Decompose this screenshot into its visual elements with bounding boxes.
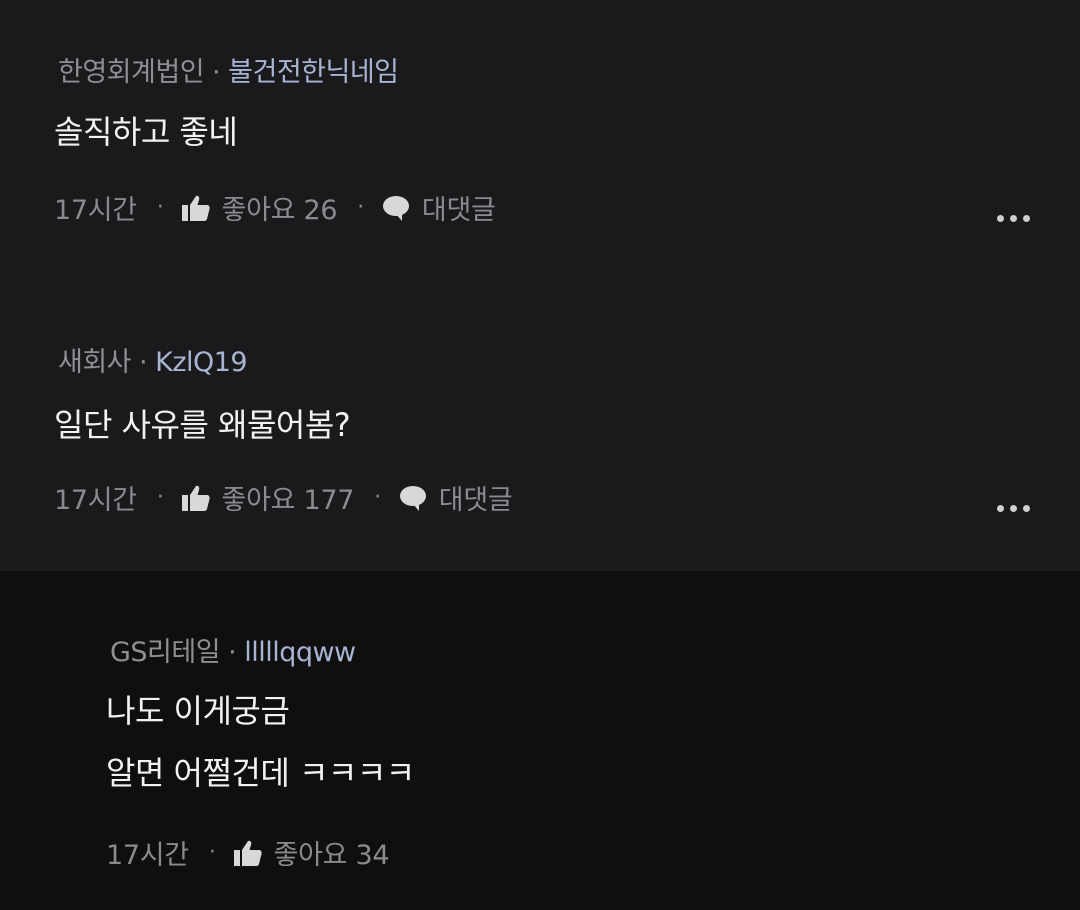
speech-bubble-icon[interactable] bbox=[399, 485, 427, 511]
thumbs-up-icon[interactable] bbox=[233, 840, 262, 866]
author-company: GS리테일 bbox=[110, 637, 221, 668]
action-separator: · bbox=[374, 485, 381, 510]
comment-time: 17시간 bbox=[106, 840, 189, 871]
comment-time: 17시간 bbox=[54, 485, 137, 516]
reply-button[interactable]: 대댓글 bbox=[422, 188, 496, 227]
more-dots-icon[interactable] bbox=[997, 505, 1030, 512]
reply-comment: GS리테일 · lllllqqww 나도 이게궁금 알면 어쩔건데 ㅋㅋㅋㅋ 17시… bbox=[0, 571, 1080, 910]
comment-actions: 17시간 · 좋아요 26 · 대댓글 bbox=[54, 188, 496, 227]
action-separator: · bbox=[208, 840, 216, 865]
comment-line: 알면 어쩔건데 ㅋㅋㅋㅋ bbox=[106, 754, 415, 792]
comment-body: 솔직하고 좋네 bbox=[54, 101, 238, 163]
action-separator: · bbox=[357, 195, 364, 220]
author-separator: · bbox=[139, 347, 148, 378]
reply-button[interactable]: 대댓글 bbox=[439, 478, 513, 517]
comment-author-line: GS리테일 · lllllqqww bbox=[110, 630, 356, 669]
author-nickname[interactable]: KzlQ19 bbox=[155, 347, 248, 378]
comment-actions: 17시간 · 좋아요 34 bbox=[106, 833, 390, 872]
like-button[interactable]: 좋아요 177 bbox=[222, 478, 355, 517]
comment-body: 일단 사유를 왜물어봄? bbox=[54, 394, 351, 456]
more-dots-icon[interactable] bbox=[997, 215, 1030, 222]
author-nickname[interactable]: lllllqqww bbox=[244, 637, 356, 668]
speech-bubble-icon[interactable] bbox=[382, 195, 410, 221]
thumbs-up-icon[interactable] bbox=[181, 195, 210, 221]
author-separator: · bbox=[212, 57, 221, 88]
comment-2: 새회사 · KzlQ19 일단 사유를 왜물어봄? 17시간 · 좋아요 177 ·… bbox=[0, 286, 1080, 571]
comment-line: 일단 사유를 왜물어봄? bbox=[54, 406, 351, 444]
like-button[interactable]: 좋아요 34 bbox=[274, 833, 390, 872]
comment-actions: 17시간 · 좋아요 177 · 대댓글 bbox=[54, 478, 513, 517]
thumbs-up-icon[interactable] bbox=[181, 485, 210, 511]
action-separator: · bbox=[156, 485, 164, 510]
comment-line: 솔직하고 좋네 bbox=[54, 113, 238, 151]
author-separator: · bbox=[228, 637, 237, 668]
comment-time: 17시간 bbox=[54, 195, 137, 226]
comment-line: 나도 이게궁금 bbox=[106, 692, 290, 730]
comment-body: 나도 이게궁금 알면 어쩔건데 ㅋㅋㅋㅋ bbox=[106, 680, 415, 804]
author-nickname[interactable]: 불건전한닉네임 bbox=[228, 57, 399, 88]
comment-1: 한영회계법인 · 불건전한닉네임 솔직하고 좋네 17시간 · 좋아요 26 · 대… bbox=[0, 0, 1080, 286]
author-company: 새회사 bbox=[58, 347, 132, 378]
author-company: 한영회계법인 bbox=[58, 57, 205, 88]
action-separator: · bbox=[156, 195, 164, 220]
comment-author-line: 새회사 · KzlQ19 bbox=[58, 340, 248, 379]
comment-author-line: 한영회계법인 · 불건전한닉네임 bbox=[58, 50, 399, 89]
like-button[interactable]: 좋아요 26 bbox=[222, 188, 338, 227]
